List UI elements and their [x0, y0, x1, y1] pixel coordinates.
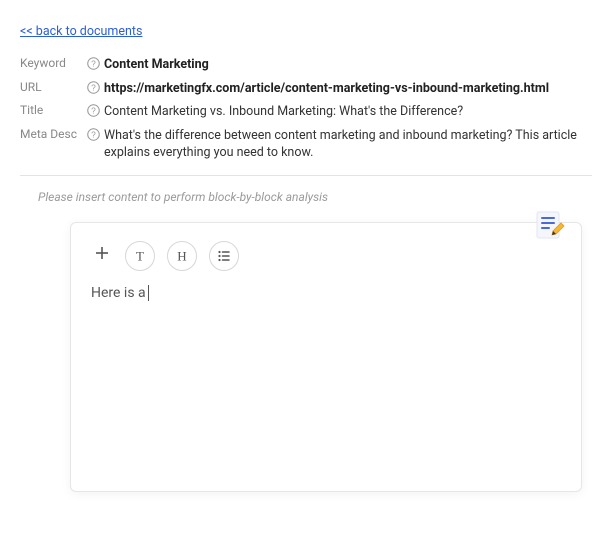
svg-text:?: ?: [91, 58, 96, 68]
svg-text:H: H: [177, 248, 186, 263]
add-block-button[interactable]: [91, 244, 113, 267]
editor-toolbar: T H: [91, 241, 561, 271]
editor-content-area[interactable]: Here is a: [91, 285, 561, 301]
divider: [20, 175, 592, 176]
meta-row-metadesc: Meta Desc ? What's the difference betwee…: [20, 124, 592, 165]
meta-value-keyword: Content Marketing: [104, 56, 592, 74]
meta-value-title: Content Marketing vs. Inbound Marketing:…: [104, 103, 592, 121]
help-icon[interactable]: ?: [82, 103, 104, 117]
analysis-placeholder-text: Please insert content to perform block-b…: [38, 190, 592, 204]
help-icon[interactable]: ?: [82, 56, 104, 70]
meta-row-keyword: Keyword ? Content Marketing: [20, 53, 592, 77]
meta-label: URL: [20, 80, 82, 94]
svg-text:T: T: [136, 248, 144, 263]
back-to-documents-link[interactable]: << back to documents: [20, 24, 142, 39]
svg-text:?: ?: [91, 82, 96, 92]
meta-label: Title: [20, 103, 82, 117]
meta-row-url: URL ? https://marketingfx.com/article/co…: [20, 77, 592, 101]
svg-text:?: ?: [91, 105, 96, 115]
meta-value-metadesc: What's the difference between content ma…: [104, 127, 592, 162]
heading-block-button[interactable]: H: [167, 241, 197, 271]
help-icon[interactable]: ?: [82, 80, 104, 94]
document-panel: << back to documents Keyword ? Content M…: [20, 20, 592, 492]
note-edit-icon[interactable]: [534, 208, 568, 246]
help-icon[interactable]: ?: [82, 127, 104, 141]
list-block-button[interactable]: [209, 241, 239, 271]
editor-text: Here is a: [91, 285, 146, 301]
meta-label: Meta Desc: [20, 127, 82, 141]
text-cursor: [148, 285, 149, 301]
svg-text:?: ?: [91, 129, 96, 139]
text-block-button[interactable]: T: [125, 241, 155, 271]
editor-card: T H Here is a: [70, 222, 582, 492]
document-meta-table: Keyword ? Content Marketing URL ? https:…: [20, 53, 592, 165]
meta-label: Keyword: [20, 56, 82, 70]
editor-section: T H Here is a: [20, 222, 592, 492]
meta-value-url: https://marketingfx.com/article/content-…: [104, 80, 592, 98]
meta-row-title: Title ? Content Marketing vs. Inbound Ma…: [20, 100, 592, 124]
